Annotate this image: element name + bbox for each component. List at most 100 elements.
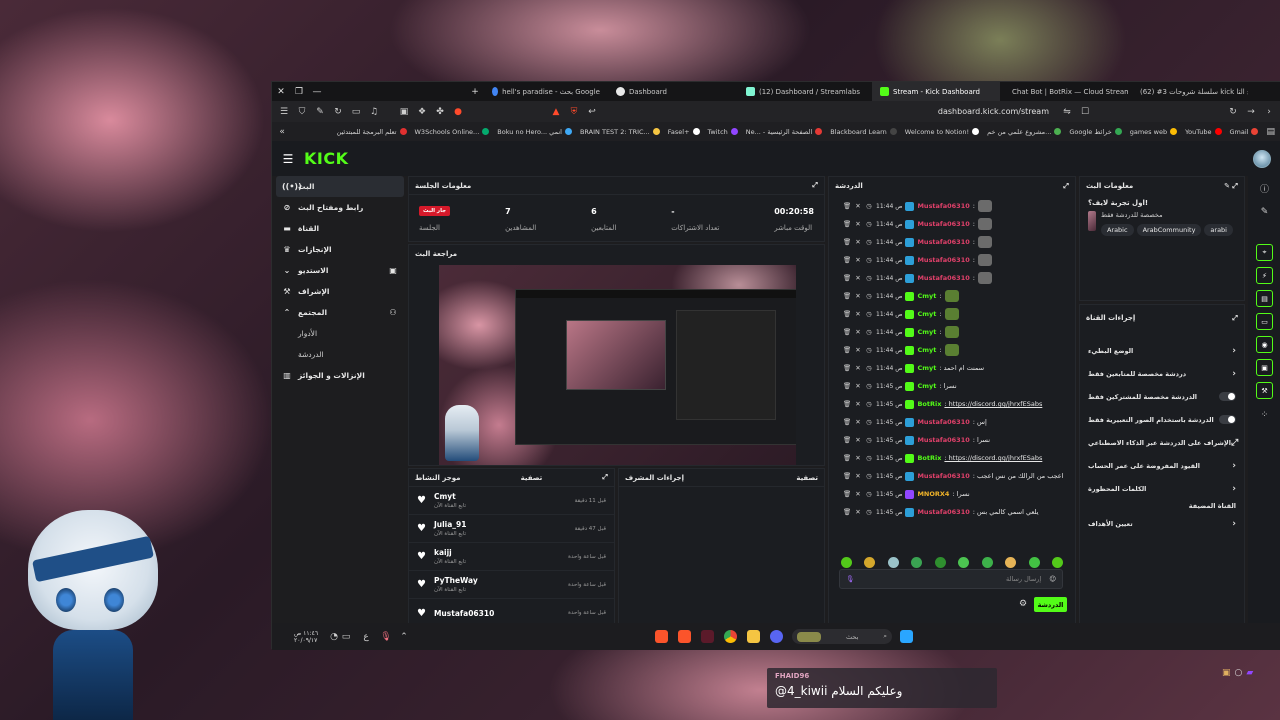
close-window-icon[interactable]: ✕ xyxy=(272,82,290,101)
nav-stream-key[interactable]: ⊘ رابط ومفتاح البث xyxy=(276,197,404,218)
account-age-row[interactable]: القيود المفروضة على عمر الحساب › xyxy=(1080,454,1244,477)
bookmark-item[interactable]: W3Schools Online... xyxy=(415,128,490,136)
kick-logo[interactable]: KICK xyxy=(304,149,349,168)
mic-icon[interactable]: 🎙 xyxy=(380,631,392,643)
chat-username[interactable]: Mustafa06310 xyxy=(917,238,969,246)
timeout-icon[interactable]: ◷ xyxy=(865,508,873,516)
nav-chat[interactable]: الدردشة xyxy=(276,344,404,365)
delete-icon[interactable]: 🗑 xyxy=(843,472,851,480)
timeout-icon[interactable]: ◷ xyxy=(865,292,873,300)
ai-moderation-row[interactable]: الإشراف على الدردشة عبر الذكاء الاصطناعي… xyxy=(1080,431,1244,454)
tune-icon[interactable]: ⇋ xyxy=(1061,106,1073,118)
chat-username[interactable]: Cmyt xyxy=(917,310,936,318)
nav-moderation[interactable]: ⚒ الإشراف xyxy=(276,281,404,302)
delete-icon[interactable]: 🗑 xyxy=(843,508,851,516)
chat-username[interactable]: Mustafa06310 xyxy=(917,220,969,228)
tab-dashboard[interactable]: Dashboard xyxy=(608,82,738,101)
rail-button-boost[interactable]: ⚡ xyxy=(1256,267,1273,284)
timeout-icon[interactable]: ◷ xyxy=(865,346,873,354)
timeout-icon[interactable]: ◷ xyxy=(865,310,873,318)
rail-button-chat[interactable]: ▭ xyxy=(1256,313,1273,330)
bookmark-item[interactable]: تعلم البرمجة للمبتدئين xyxy=(337,128,407,136)
tab-streamlabs[interactable]: (12) Dashboard / Streamlabs xyxy=(738,82,872,101)
timeout-icon[interactable]: ◷ xyxy=(865,238,873,246)
lang-indicator[interactable]: ع xyxy=(360,631,372,643)
chat-username[interactable]: MNORX4 xyxy=(917,490,949,498)
user-avatar[interactable] xyxy=(1253,149,1271,168)
shield-icon[interactable]: ⛉ xyxy=(296,106,308,118)
clock[interactable]: ١١:٤٦ ص ٢٠/٠٩/١٧ xyxy=(294,630,328,644)
chat-username[interactable]: Mustafa06310 xyxy=(917,508,969,516)
translate-icon[interactable]: ✤ xyxy=(434,106,446,118)
timeout-icon[interactable]: ◷ xyxy=(865,436,873,444)
ban-icon[interactable]: ✕ xyxy=(854,364,862,372)
minimize-window-icon[interactable]: — xyxy=(308,82,326,101)
bookmark-item[interactable]: Welcome to Notion! xyxy=(905,128,980,136)
bookmark-item[interactable]: Fasel+ xyxy=(668,128,700,136)
chat-username[interactable]: Mustafa06310 xyxy=(917,436,969,444)
targets-row[interactable]: تعيين الأهداف › xyxy=(1080,512,1244,535)
delete-icon[interactable]: 🗑 xyxy=(843,346,851,354)
tab-kick-dashboard[interactable]: Stream - Kick Dashboard xyxy=(872,82,1000,101)
share-icon[interactable]: ↩ xyxy=(586,106,598,118)
chat-username[interactable]: BotRix xyxy=(917,454,941,462)
tab-youtube-tutorial[interactable]: (62) #3 سلسلة شروحات kick الشرح التا xyxy=(1128,82,1248,101)
notification-icon[interactable]: ◔ xyxy=(328,631,340,643)
ban-icon[interactable]: ✕ xyxy=(854,328,862,336)
chat-username[interactable]: Cmyt xyxy=(917,292,936,300)
rail-button-tools[interactable]: ⚒ xyxy=(1256,382,1273,399)
ban-icon[interactable]: ✕ xyxy=(854,310,862,318)
wallet-icon[interactable]: ▣ xyxy=(398,106,410,118)
tag-pill[interactable]: arabi xyxy=(1204,224,1233,236)
bookmark-item[interactable]: Gmail xyxy=(1230,128,1259,136)
ban-icon[interactable]: ✕ xyxy=(854,418,862,426)
nav-payouts[interactable]: ▥ الإنزالات و الجوائز xyxy=(276,365,404,386)
emote-icon[interactable] xyxy=(864,556,876,568)
timeout-icon[interactable]: ◷ xyxy=(865,202,873,210)
ban-icon[interactable]: ✕ xyxy=(854,220,862,228)
activity-username[interactable]: kaijj xyxy=(434,548,568,557)
nav-achievements[interactable]: ♛ الإنجازات xyxy=(276,239,404,260)
delete-icon[interactable]: 🗑 xyxy=(843,490,851,498)
rail-button-save[interactable]: ▣ xyxy=(1256,359,1273,376)
bookmark-icon[interactable]: ☐ xyxy=(1079,106,1091,118)
pencil-icon[interactable]: ✎ xyxy=(1259,206,1271,218)
brave-icon[interactable]: ● xyxy=(452,106,464,118)
stream-preview-video[interactable] xyxy=(439,265,796,465)
edit-icon[interactable]: ✎ xyxy=(1224,182,1230,190)
settings-icon[interactable]: ⚙ xyxy=(1019,599,1027,609)
emote-icon[interactable] xyxy=(841,556,852,568)
chat-input[interactable]: 🎙 إرسال رسالة ☺ xyxy=(839,569,1063,589)
emote-icon[interactable] xyxy=(1028,556,1040,568)
obs-icon[interactable] xyxy=(632,630,645,643)
delete-icon[interactable]: 🗑 xyxy=(843,364,851,372)
bookmark-item[interactable]: games web xyxy=(1130,128,1178,136)
brave-icon[interactable] xyxy=(655,630,668,643)
timeout-icon[interactable]: ◷ xyxy=(865,382,873,390)
delete-icon[interactable]: 🗑 xyxy=(843,292,851,300)
delete-icon[interactable]: 🗑 xyxy=(843,238,851,246)
sidebar-icon[interactable]: ▭ xyxy=(350,106,362,118)
ban-icon[interactable]: ✕ xyxy=(854,490,862,498)
expand-icon[interactable]: ⤢ xyxy=(1232,314,1238,323)
filter-button[interactable]: تصفية xyxy=(796,474,818,482)
timeout-icon[interactable]: ◷ xyxy=(865,418,873,426)
windows-start-icon[interactable] xyxy=(900,630,913,643)
bookmark-item[interactable]: YouTube xyxy=(1185,128,1222,136)
ban-icon[interactable]: ✕ xyxy=(854,238,862,246)
display-icon[interactable]: ▭ xyxy=(340,631,352,643)
history-icon[interactable]: ↻ xyxy=(332,106,344,118)
warning-icon[interactable]: ▲ xyxy=(550,106,562,118)
reload-icon[interactable]: ↻ xyxy=(1227,106,1239,118)
expand-icon[interactable]: ⤢ xyxy=(1232,182,1238,190)
emote-icon[interactable] xyxy=(958,556,970,568)
back-icon[interactable]: › xyxy=(1263,106,1275,118)
nav-channel[interactable]: ▬ القناة xyxy=(276,218,404,239)
activity-username[interactable]: Cmyt xyxy=(434,492,575,501)
delete-icon[interactable]: 🗑 xyxy=(843,220,851,228)
activity-username[interactable]: Mustafa06310 xyxy=(434,609,568,618)
music-icon[interactable]: ♫ xyxy=(368,106,380,118)
expand-icon[interactable]: ⤢ xyxy=(602,473,608,482)
nav-studio[interactable]: ⌄ الاستديو ▣ xyxy=(276,260,404,281)
emote-icon[interactable] xyxy=(887,556,899,568)
